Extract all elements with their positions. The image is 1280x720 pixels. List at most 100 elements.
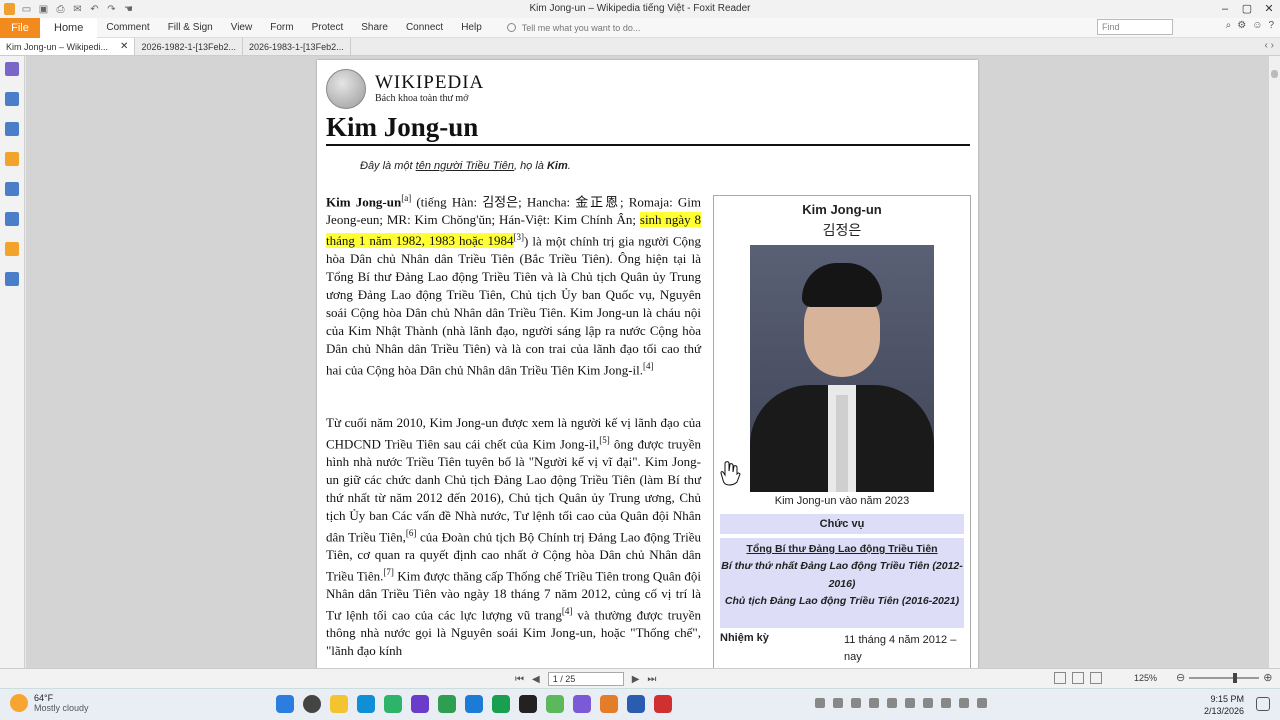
signatures-icon[interactable] <box>5 212 19 226</box>
tray-icon-4[interactable] <box>869 698 879 708</box>
weather-icon <box>10 694 28 712</box>
menu-fill-sign[interactable]: Fill & Sign <box>159 18 222 38</box>
menu-comment[interactable]: Comment <box>97 18 158 38</box>
ref-6[interactable]: [6] <box>406 528 417 538</box>
redo-icon[interactable]: ↷ <box>106 4 117 15</box>
paragraph-2: Từ cuối năm 2010, Kim Jong-un được xem l… <box>326 415 702 659</box>
volume-icon[interactable] <box>959 698 969 708</box>
ref-7[interactable]: [7] <box>383 567 394 577</box>
scroll-thumb[interactable] <box>1271 70 1278 78</box>
menu-view[interactable]: View <box>222 18 262 38</box>
security-icon[interactable] <box>5 242 19 256</box>
tab-1983[interactable]: 2026-1983-1-[13Feb2... <box>243 38 351 55</box>
wikipedia-wordmark: WIKIPEDIA <box>375 72 485 93</box>
single-page-icon[interactable] <box>1054 672 1066 684</box>
help-icon[interactable]: ? <box>1268 20 1274 31</box>
menu-protect[interactable]: Protect <box>303 18 353 38</box>
app-k-icon[interactable] <box>492 695 510 713</box>
tray-icon-1[interactable] <box>815 698 825 708</box>
pages-icon[interactable] <box>5 92 19 106</box>
zoom-out-icon[interactable]: ⊖ <box>1176 671 1185 684</box>
page-number-input[interactable]: 1 / 25 <box>547 672 624 686</box>
tray-icon-5[interactable] <box>887 698 897 708</box>
office-1[interactable]: Tổng Bí thư Đảng Lao động Triều Tiên <box>720 541 964 558</box>
wikipedia-globe-logo <box>326 69 366 109</box>
app-red-icon[interactable] <box>654 695 672 713</box>
ref-3[interactable]: [3] <box>514 232 525 242</box>
foxit-taskbar-icon[interactable] <box>600 695 618 713</box>
hatnote-link[interactable]: tên người Triều Tiên <box>416 160 514 172</box>
tray-icon-7[interactable] <box>923 698 933 708</box>
maximize-button[interactable]: ▢ <box>1236 0 1258 18</box>
app-purple-icon[interactable] <box>411 695 429 713</box>
hand-tool-icon[interactable]: ☚ <box>123 4 134 15</box>
zoom-slider[interactable] <box>1189 672 1260 683</box>
attachments-icon[interactable] <box>5 182 19 196</box>
edge-icon[interactable] <box>357 695 375 713</box>
weather-widget[interactable]: 64°F Mostly cloudy <box>10 693 89 713</box>
menu-connect[interactable]: Connect <box>397 18 452 38</box>
tray-icon-3[interactable] <box>851 698 861 708</box>
search-taskbar-icon[interactable] <box>303 695 321 713</box>
app-onenote-icon[interactable] <box>573 695 591 713</box>
tab-nav-icons[interactable]: ‹ › <box>1265 40 1274 51</box>
facing-icon[interactable] <box>1090 672 1102 684</box>
search-icon[interactable]: ⌕ <box>1226 20 1232 31</box>
save-icon[interactable]: ▣ <box>38 4 49 15</box>
ref-5[interactable]: [5] <box>599 435 610 445</box>
prev-page-icon[interactable]: ◀ <box>532 674 540 685</box>
settings-icon[interactable]: ⚙ <box>1237 20 1246 31</box>
bookmarks-icon[interactable] <box>5 62 19 76</box>
last-page-icon[interactable]: ⏭ <box>647 674 656 685</box>
zoom-in-icon[interactable]: ⊕ <box>1263 671 1272 684</box>
tools-icon[interactable] <box>5 272 19 286</box>
layers-icon[interactable] <box>5 122 19 136</box>
close-tab-icon[interactable]: ✕ <box>120 41 128 52</box>
first-page-icon[interactable]: ⏮ <box>515 674 524 685</box>
infobox-offices: Tổng Bí thư Đảng Lao động Triều Tiên Bí … <box>720 538 964 628</box>
status-bar: ⏮ ◀ 1 / 25 ▶ ⏭ 125% ⊖ ⊕ <box>0 668 1280 688</box>
comments-icon[interactable] <box>5 152 19 166</box>
file-explorer-icon[interactable] <box>330 695 348 713</box>
app-green-icon[interactable] <box>384 695 402 713</box>
tray-icon-6[interactable] <box>905 698 915 708</box>
find-input[interactable]: Find <box>1097 19 1173 35</box>
close-button[interactable]: ✕ <box>1258 0 1280 18</box>
app-leaf-icon[interactable] <box>546 695 564 713</box>
menu-help[interactable]: Help <box>452 18 491 38</box>
word-icon[interactable] <box>627 695 645 713</box>
clock[interactable]: 9:15 PM 2/13/2026 <box>1204 693 1244 717</box>
vertical-scrollbar[interactable] <box>1269 56 1280 668</box>
note-a-ref[interactable]: [a] <box>401 193 411 203</box>
tell-me-search[interactable]: Tell me what you want to do... <box>506 23 640 33</box>
menu-home[interactable]: Home <box>40 17 98 38</box>
menu-form[interactable]: Form <box>261 18 302 38</box>
minimize-button[interactable]: – <box>1214 0 1236 18</box>
start-icon[interactable] <box>276 695 294 713</box>
ref-4b[interactable]: [4] <box>562 606 573 616</box>
notification-icon[interactable] <box>1256 697 1270 711</box>
wifi-icon[interactable] <box>941 698 951 708</box>
next-page-icon[interactable]: ▶ <box>632 674 640 685</box>
document-view[interactable]: WIKIPEDIA Bách khoa toàn thư mở Kim Jong… <box>26 56 1269 668</box>
messenger-icon[interactable] <box>465 695 483 713</box>
open-icon[interactable]: ▭ <box>21 4 32 15</box>
ref-4[interactable]: [4] <box>643 361 654 371</box>
article-title: Kim Jong-un <box>326 112 479 142</box>
menu-share[interactable]: Share <box>352 18 397 38</box>
tray-icon-2[interactable] <box>833 698 843 708</box>
tab-kim-jong-un[interactable]: Kim Jong-un – Wikipedi... ✕ <box>0 38 136 55</box>
file-menu[interactable]: File <box>0 17 40 38</box>
foxit-logo-icon <box>4 3 15 15</box>
chrome-icon[interactable] <box>438 695 456 713</box>
tab-1982[interactable]: 2026-1982-1-[13Feb2... <box>135 38 244 55</box>
title-divider <box>326 144 970 146</box>
app-chart-icon[interactable] <box>519 695 537 713</box>
email-icon[interactable]: ✉ <box>72 4 83 15</box>
user-icon[interactable]: ☺ <box>1252 20 1262 31</box>
battery-icon[interactable] <box>977 698 987 708</box>
undo-icon[interactable]: ↶ <box>89 4 100 15</box>
print-icon[interactable]: ⎙ <box>55 4 66 15</box>
zoom-level[interactable]: 125% <box>1134 673 1157 683</box>
continuous-icon[interactable] <box>1072 672 1084 684</box>
